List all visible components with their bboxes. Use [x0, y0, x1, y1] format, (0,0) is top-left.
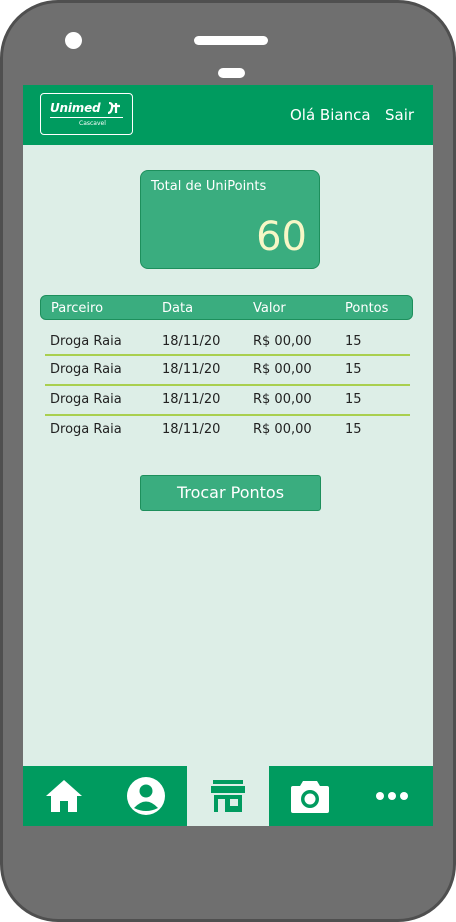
table-row: Droga Raia 18/11/20 R$ 00,00 15 [45, 414, 410, 444]
more-icon [376, 792, 408, 800]
column-header-value: Valor [253, 301, 286, 316]
cell-value: R$ 00,00 [253, 334, 312, 349]
logo-underline [50, 117, 123, 118]
table-row: Droga Raia 18/11/20 R$ 00,00 15 [45, 326, 410, 356]
unipoints-label: Total de UniPoints [151, 179, 267, 194]
logo-brand-text: Unimed [50, 101, 101, 115]
nav-store[interactable] [187, 766, 269, 826]
table-row: Droga Raia 18/11/20 R$ 00,00 15 [45, 354, 410, 384]
unipoints-card: Total de UniPoints 60 [140, 170, 320, 269]
nav-home[interactable] [23, 766, 105, 826]
home-icon [46, 780, 82, 812]
cell-points: 15 [345, 334, 362, 349]
cell-value: R$ 00,00 [253, 422, 312, 437]
column-header-partner: Parceiro [51, 301, 104, 316]
unipoints-value: 60 [256, 214, 307, 260]
cell-partner: Droga Raia [50, 334, 122, 349]
cell-date: 18/11/20 [162, 334, 221, 349]
cell-date: 18/11/20 [162, 362, 221, 377]
front-camera [65, 32, 82, 49]
nav-more[interactable] [351, 766, 433, 826]
logout-link[interactable]: Sair [385, 106, 414, 124]
cell-points: 15 [345, 362, 362, 377]
cell-partner: Droga Raia [50, 362, 122, 377]
earpiece-speaker [194, 36, 268, 45]
table-row: Droga Raia 18/11/20 R$ 00,00 15 [45, 384, 410, 414]
bottom-navigation [23, 766, 433, 826]
store-icon [211, 780, 245, 812]
cell-value: R$ 00,00 [253, 392, 312, 407]
column-header-date: Data [162, 301, 194, 316]
user-icon [127, 777, 165, 815]
unimed-logo[interactable]: Unimed Cascavel [40, 93, 133, 135]
cell-points: 15 [345, 392, 362, 407]
greeting-text: Olá Bianca [290, 106, 371, 124]
cell-points: 15 [345, 422, 362, 437]
logo-subtitle: Cascavel [79, 120, 106, 127]
app-screen: Unimed Cascavel Olá Bianca Sair Total de… [23, 85, 433, 826]
exchange-points-button[interactable]: Trocar Pontos [140, 475, 321, 511]
cell-date: 18/11/20 [162, 422, 221, 437]
cell-partner: Droga Raia [50, 392, 122, 407]
cell-date: 18/11/20 [162, 392, 221, 407]
logo-mark-icon [107, 102, 120, 114]
nav-profile[interactable] [105, 766, 187, 826]
column-header-points: Pontos [345, 301, 389, 316]
cell-partner: Droga Raia [50, 422, 122, 437]
nav-camera[interactable] [269, 766, 351, 826]
camera-icon [291, 781, 329, 813]
proximity-sensor [218, 68, 245, 78]
table-header: Parceiro Data Valor Pontos [40, 295, 413, 320]
top-header: Unimed Cascavel Olá Bianca Sair [23, 85, 433, 145]
cell-value: R$ 00,00 [253, 362, 312, 377]
